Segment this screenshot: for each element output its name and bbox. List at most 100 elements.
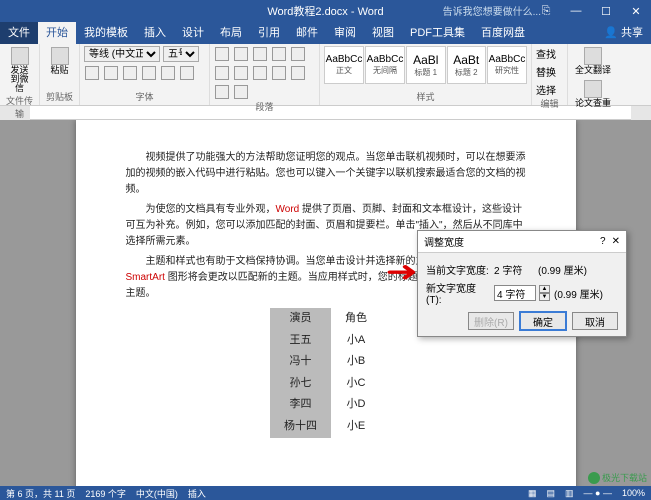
paste-icon	[51, 47, 69, 65]
paste-button[interactable]: 粘贴	[44, 46, 75, 76]
borders-icon[interactable]	[234, 85, 248, 99]
group-font: 等线 (中文正文) 五号 字体	[80, 44, 210, 105]
style-heading1[interactable]: AaBl标题 1	[406, 46, 446, 84]
replace-button[interactable]: 替换	[536, 64, 556, 79]
tab-templates[interactable]: 我的模板	[76, 20, 136, 44]
bullets-icon[interactable]	[215, 47, 229, 61]
multilevel-icon[interactable]	[253, 47, 267, 61]
spin-down-icon[interactable]: ▼	[539, 293, 550, 301]
zoom-slider[interactable]: — ● —	[584, 488, 612, 498]
italic-icon[interactable]	[104, 66, 118, 80]
table-cell: 小B	[331, 351, 381, 373]
group-editing: 查找 替换 选择 编辑	[532, 44, 568, 105]
table-cell: 小E	[331, 416, 381, 438]
plagiarism-button[interactable]: 论文查重	[572, 79, 614, 109]
ribbon-tabs: 文件 开始 我的模板 插入 设计 布局 引用 邮件 审阅 视图 PDF工具集 百…	[0, 22, 651, 44]
indent-dec-icon[interactable]	[272, 47, 286, 61]
table-cell: 王五	[270, 330, 331, 352]
dialog-titlebar[interactable]: 调整宽度 ? ✕	[418, 231, 626, 253]
dialog-title: 调整宽度	[424, 234, 464, 249]
font-size-select[interactable]: 五号	[163, 46, 199, 62]
line-spacing-icon[interactable]	[291, 66, 305, 80]
plagiarism-icon	[584, 80, 602, 98]
remove-button[interactable]: 删除(R)	[468, 312, 514, 330]
table-cell: 小C	[331, 373, 381, 395]
tab-pdf[interactable]: PDF工具集	[402, 20, 473, 44]
find-button[interactable]: 查找	[536, 46, 556, 61]
group-extras: 全文翻译 论文查重	[568, 44, 638, 105]
word-count[interactable]: 2169 个字	[85, 487, 126, 500]
indent-inc-icon[interactable]	[291, 47, 305, 61]
select-button[interactable]: 选择	[536, 82, 556, 97]
tab-home[interactable]: 开始	[38, 20, 76, 44]
highlight-icon[interactable]	[161, 66, 175, 80]
close-icon[interactable]: ✕	[621, 0, 651, 22]
align-center-icon[interactable]	[234, 66, 248, 80]
zoom-level[interactable]: 100%	[622, 488, 645, 498]
table-cell: 小D	[331, 394, 381, 416]
tab-design[interactable]: 设计	[174, 20, 212, 44]
tab-references[interactable]: 引用	[250, 20, 288, 44]
view-web-icon[interactable]: ▥	[565, 488, 574, 499]
table-cell: 孙七	[270, 373, 331, 395]
table-header: 角色	[331, 308, 381, 330]
tab-layout[interactable]: 布局	[212, 20, 250, 44]
tab-review[interactable]: 审阅	[326, 20, 364, 44]
tab-view[interactable]: 视图	[364, 20, 402, 44]
width-spinner: ▲ ▼	[539, 285, 550, 301]
cancel-button[interactable]: 取消	[572, 312, 618, 330]
insert-mode[interactable]: 插入	[188, 487, 206, 500]
page-indicator[interactable]: 第 6 页，共 11 页	[6, 487, 75, 500]
align-justify-icon[interactable]	[272, 66, 286, 80]
align-right-icon[interactable]	[253, 66, 267, 80]
globe-icon	[588, 472, 600, 484]
style-nospacing[interactable]: AaBbCc无间隔	[365, 46, 405, 84]
spin-up-icon[interactable]: ▲	[539, 285, 550, 293]
align-left-icon[interactable]	[215, 66, 229, 80]
new-width-cm: (0.99 厘米)	[554, 286, 603, 301]
strike-icon[interactable]	[142, 66, 156, 80]
style-normal[interactable]: AaBbCc正文	[324, 46, 364, 84]
wechat-icon	[11, 47, 29, 65]
new-width-input[interactable]	[494, 285, 536, 301]
font-color-icon[interactable]	[180, 66, 194, 80]
view-read-icon[interactable]: ▤	[547, 488, 556, 499]
shading-icon[interactable]	[215, 85, 229, 99]
maximize-icon[interactable]: ☐	[591, 0, 621, 22]
numbering-icon[interactable]	[234, 47, 248, 61]
minimize-icon[interactable]: —	[561, 0, 591, 22]
table-cell: 小A	[331, 330, 381, 352]
underline-icon[interactable]	[123, 66, 137, 80]
table-cell: 李四	[270, 394, 331, 416]
tab-insert[interactable]: 插入	[136, 20, 174, 44]
bold-icon[interactable]	[85, 66, 99, 80]
tell-me-search[interactable]: 告诉我您想要做什么...	[443, 3, 541, 18]
tab-file[interactable]: 文件	[0, 20, 38, 44]
style-heading2[interactable]: AaBt标题 2	[447, 46, 487, 84]
send-to-wechat-button[interactable]: 发送到微信	[4, 46, 35, 94]
ribbon: 发送到微信 文件传输 粘贴 剪贴板 等线 (中文正文) 五号 字体	[0, 44, 651, 106]
table-header: 演员	[270, 308, 331, 330]
titlebar: Word教程2.docx - Word 告诉我您想要做什么... ⎘ — ☐ ✕	[0, 0, 651, 22]
share-button[interactable]: 👤 共享	[596, 20, 651, 44]
style-research[interactable]: AaBbCc研究性	[487, 46, 527, 84]
dialog-help-icon[interactable]: ?	[600, 236, 606, 247]
status-bar: 第 6 页，共 11 页 2169 个字 中文(中国) 插入 ▦ ▤ ▥ — ●…	[0, 486, 651, 500]
adjust-width-dialog: 调整宽度 ? ✕ 当前文字宽度: 2 字符 (0.99 厘米) 新文字宽度(T)…	[417, 230, 627, 337]
group-styles: AaBbCc正文 AaBbCc无间隔 AaBl标题 1 AaBt标题 2 AaB…	[320, 44, 532, 105]
font-family-select[interactable]: 等线 (中文正文)	[84, 46, 160, 62]
watermark: 极光下载站	[588, 471, 647, 484]
actors-table: 演员角色 王五小A 冯十小B 孙七小C 李四小D 杨十四小E	[270, 308, 381, 438]
translate-button[interactable]: 全文翻译	[572, 46, 614, 76]
language-indicator[interactable]: 中文(中国)	[136, 487, 178, 500]
dialog-close-icon[interactable]: ✕	[612, 236, 620, 247]
view-print-icon[interactable]: ▦	[528, 488, 537, 499]
tab-baidu[interactable]: 百度网盘	[473, 20, 533, 44]
current-width-value: 2 字符	[494, 262, 534, 277]
style-gallery: AaBbCc正文 AaBbCc无间隔 AaBl标题 1 AaBt标题 2 AaB…	[324, 46, 527, 84]
current-width-cm: (0.99 厘米)	[538, 262, 587, 277]
tab-mailings[interactable]: 邮件	[288, 20, 326, 44]
ribbon-options-icon[interactable]: ⎘	[531, 0, 561, 22]
ok-button[interactable]: 确定	[520, 312, 566, 330]
group-paragraph: 段落	[210, 44, 320, 105]
